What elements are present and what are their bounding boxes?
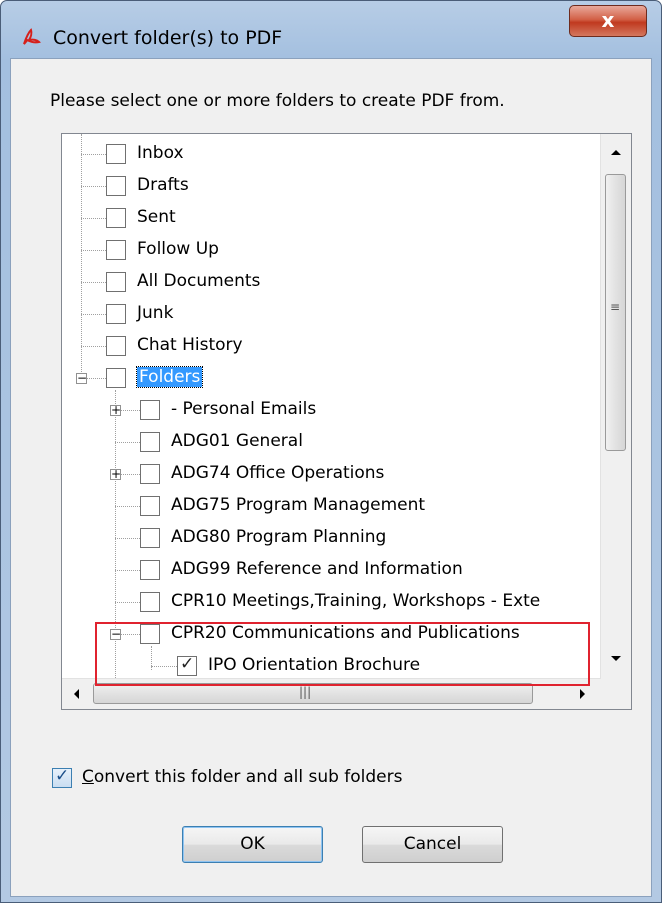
- tree-item-label[interactable]: CPR10 Meetings,Training, Workshops - Ext…: [171, 591, 540, 611]
- convert-subfolders-label-rest: onvert this folder and all sub folders: [93, 767, 403, 787]
- tree-item-label[interactable]: All Documents: [137, 271, 260, 291]
- tree-item-label[interactable]: ADG01 General: [171, 431, 303, 451]
- scrollbar-corner: [601, 679, 631, 709]
- horizontal-scroll-thumb[interactable]: |||: [93, 683, 533, 704]
- tree-row[interactable]: Sent: [62, 206, 601, 238]
- tree-checkbox[interactable]: [106, 176, 126, 196]
- tree-item-label[interactable]: Sent: [137, 207, 176, 227]
- tree-connector: [115, 442, 140, 443]
- tree-item-label[interactable]: Inbox: [137, 143, 184, 163]
- convert-subfolders-checkbox[interactable]: ✓: [52, 766, 72, 788]
- tree-connector: [81, 346, 106, 347]
- collapse-icon[interactable]: −: [76, 371, 87, 385]
- tree-checkbox[interactable]: [140, 496, 160, 516]
- instruction-text: Please select one or more folders to cre…: [50, 91, 505, 111]
- tree-item-label[interactable]: ADG75 Program Management: [171, 495, 425, 515]
- tree-item-label[interactable]: Chat History: [137, 335, 243, 355]
- tree-row[interactable]: ADG80 Program Planning: [62, 526, 601, 558]
- vertical-scroll-thumb[interactable]: ≡: [605, 174, 626, 451]
- tree-checkbox[interactable]: [106, 304, 126, 324]
- folder-tree-content: Inbox Drafts Sent Follow Up All Documents Jun…: [62, 134, 601, 681]
- cancel-button[interactable]: Cancel: [362, 826, 503, 863]
- tree-checkbox[interactable]: [140, 592, 160, 612]
- tree-row[interactable]: Inbox: [62, 142, 601, 174]
- tree-connector: [81, 186, 106, 187]
- ok-button[interactable]: OK: [182, 826, 323, 863]
- tree-row[interactable]: ADG75 Program Management: [62, 494, 601, 526]
- tree-item-label[interactable]: Drafts: [137, 175, 189, 195]
- highlight-box: [95, 622, 590, 686]
- tree-checkbox[interactable]: [106, 144, 126, 164]
- tree-item-label[interactable]: - Personal Emails: [171, 399, 316, 419]
- tree-item-label[interactable]: Folders: [135, 366, 204, 388]
- tree-connector: [115, 602, 140, 603]
- tree-row[interactable]: Follow Up: [62, 238, 601, 270]
- tree-row[interactable]: All Documents: [62, 270, 601, 302]
- tree-item-label[interactable]: ADG99 Reference and Information: [171, 559, 463, 579]
- tree-checkbox[interactable]: [106, 240, 126, 260]
- tree-connector: [115, 506, 140, 507]
- minus-icon: −: [77, 371, 88, 385]
- tree-checkbox[interactable]: [140, 432, 160, 452]
- tree-checkbox[interactable]: [106, 336, 126, 356]
- plus-icon: +: [111, 403, 122, 417]
- close-icon: x: [601, 8, 615, 32]
- tree-row[interactable]: ADG01 General: [62, 430, 601, 462]
- tree-checkbox[interactable]: [106, 368, 126, 388]
- tree-row[interactable]: ADG99 Reference and Information: [62, 558, 601, 590]
- tree-row[interactable]: Chat History: [62, 334, 601, 366]
- tree-row[interactable]: CPR10 Meetings,Training, Workshops - Ext…: [62, 590, 601, 622]
- arrow-up-icon[interactable]: [610, 148, 622, 156]
- tree-checkbox[interactable]: [140, 400, 160, 420]
- arrow-down-icon[interactable]: [610, 655, 622, 663]
- pdf-icon: [23, 28, 41, 45]
- tree-connector: [81, 154, 106, 155]
- title-bar[interactable]: Convert folder(s) to PDF x: [1, 1, 661, 57]
- checkmark-icon: ✓: [55, 766, 70, 786]
- window-title: Convert folder(s) to PDF: [53, 27, 283, 49]
- tree-item-label[interactable]: Junk: [137, 303, 173, 323]
- tree-connector: [115, 538, 140, 539]
- plus-icon: +: [111, 467, 122, 481]
- tree-row[interactable]: Drafts: [62, 174, 601, 206]
- tree-checkbox[interactable]: [140, 528, 160, 548]
- arrow-left-icon[interactable]: [72, 688, 80, 700]
- vertical-scrollbar[interactable]: ≡: [600, 134, 631, 679]
- tree-item-label[interactable]: ADG74 Office Operations: [171, 463, 384, 483]
- convert-subfolders-label[interactable]: Convert this folder and all sub folders: [82, 767, 403, 787]
- tree-item-label[interactable]: ADG80 Program Planning: [171, 527, 386, 547]
- tree-connector: [81, 250, 106, 251]
- tree-row[interactable]: + - Personal Emails: [62, 398, 601, 430]
- convert-subfolders-label-accel: C: [82, 767, 94, 787]
- arrow-right-icon[interactable]: [579, 688, 587, 700]
- tree-item-label[interactable]: Follow Up: [137, 239, 219, 259]
- tree-checkbox[interactable]: [106, 272, 126, 292]
- tree-connector: [81, 282, 106, 283]
- expand-icon[interactable]: +: [110, 467, 121, 481]
- tree-connector: [115, 570, 140, 571]
- tree-connector: [81, 314, 106, 315]
- tree-checkbox[interactable]: [106, 208, 126, 228]
- tree-connector: [81, 218, 106, 219]
- close-button[interactable]: x: [569, 5, 647, 37]
- tree-checkbox[interactable]: [140, 560, 160, 580]
- grip-icon: ≡: [610, 300, 621, 314]
- expand-icon[interactable]: +: [110, 403, 121, 417]
- tree-row[interactable]: + ADG74 Office Operations: [62, 462, 601, 494]
- tree-row[interactable]: Junk: [62, 302, 601, 334]
- grip-icon: |||: [299, 685, 312, 699]
- tree-checkbox[interactable]: [140, 464, 160, 484]
- tree-row[interactable]: − Folders: [62, 366, 601, 398]
